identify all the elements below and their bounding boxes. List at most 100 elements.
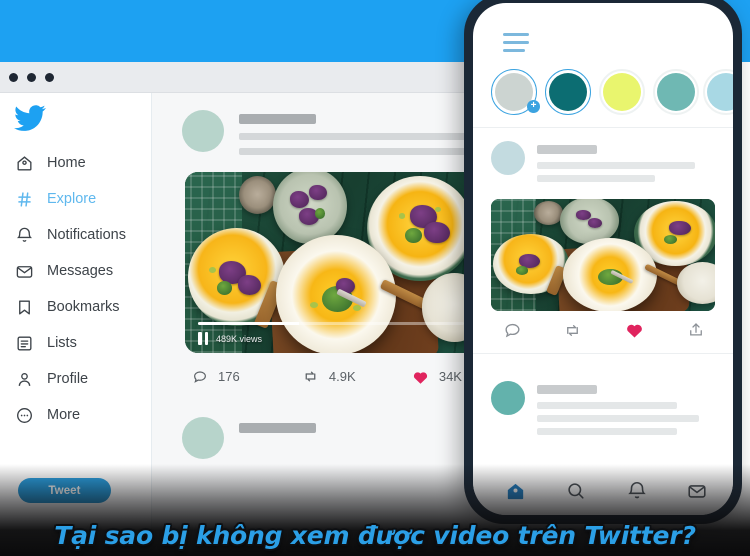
text-skeleton-bar — [537, 402, 677, 409]
phone-bottom-nav — [473, 469, 733, 515]
add-story-badge[interactable]: + — [527, 100, 540, 113]
soup-bowl-center — [276, 235, 396, 353]
sidebar-nav: Home Explore Notifications Messages Book… — [0, 145, 152, 433]
sidebar-item-label: Home — [47, 155, 86, 171]
heart-icon — [413, 371, 427, 384]
sidebar-item-more[interactable]: More — [0, 397, 152, 433]
phone-tweet-bottom — [473, 381, 733, 441]
sidebar-item-explore[interactable]: Explore — [0, 181, 152, 217]
sidebar-item-lists[interactable]: Lists — [0, 325, 152, 361]
sidebar-item-profile[interactable]: Profile — [0, 361, 152, 397]
feed-column[interactable]: 489K views 176 4.9K 34K — [152, 93, 470, 556]
window-control-dot-2[interactable] — [27, 73, 36, 82]
video-meta: 489K views — [198, 332, 262, 345]
tweet-video-media[interactable]: 489K views — [185, 172, 470, 353]
story-4[interactable] — [653, 69, 699, 115]
story-halo — [653, 69, 699, 115]
nav-notifications[interactable] — [626, 480, 650, 504]
spice-bowl — [533, 201, 563, 225]
pause-icon[interactable] — [198, 332, 208, 345]
name-skeleton-bar — [239, 423, 316, 433]
text-skeleton-bar — [239, 148, 470, 155]
story-halo — [703, 69, 733, 115]
reply-count: 176 — [218, 369, 240, 384]
name-skeleton-bar — [537, 145, 597, 154]
retweet-action[interactable] — [563, 321, 583, 341]
herb-plate — [560, 199, 619, 244]
browser-window: Home Explore Notifications Messages Book… — [0, 62, 470, 556]
stories-row: + — [473, 65, 733, 119]
screenshot-root: Home Explore Notifications Messages Book… — [0, 0, 750, 556]
envelope-icon — [16, 265, 33, 278]
name-skeleton-bar — [239, 114, 316, 124]
twitter-bird-logo[interactable] — [14, 102, 46, 134]
phone-tweet-media[interactable] — [491, 199, 715, 311]
caption-text: Tại sao bị không xem được video trên Twi… — [54, 521, 696, 550]
reply-icon — [505, 323, 520, 338]
browser-titlebar — [0, 62, 470, 93]
window-control-dot-1[interactable] — [9, 73, 18, 82]
sidebar: Home Explore Notifications Messages Book… — [0, 93, 152, 556]
nav-home[interactable] — [504, 480, 528, 504]
text-skeleton-bar — [239, 133, 470, 140]
like-action[interactable] — [625, 321, 645, 341]
soup-bowl-center — [562, 238, 657, 311]
window-control-dot-3[interactable] — [45, 73, 54, 82]
view-count: 489K views — [216, 333, 263, 344]
text-skeleton-bar — [537, 415, 699, 422]
sidebar-item-label: More — [47, 407, 81, 423]
reply-action[interactable] — [503, 321, 523, 341]
home-icon — [507, 483, 524, 500]
sidebar-item-label: Profile — [47, 371, 89, 387]
sidebar-item-home[interactable]: Home — [0, 145, 152, 181]
text-skeleton-bar — [537, 175, 655, 182]
text-skeleton-bar — [537, 162, 695, 169]
share-icon — [690, 323, 702, 336]
retweet-count: 4.9K — [328, 369, 356, 384]
home-icon — [17, 155, 32, 171]
hamburger-menu-icon[interactable] — [503, 33, 529, 52]
phone-mockup: + — [464, 0, 742, 524]
share-action[interactable] — [687, 321, 707, 341]
story-halo — [599, 69, 645, 115]
tweet-button[interactable]: Tweet — [18, 478, 111, 503]
avatar — [182, 110, 224, 152]
bookmark-icon — [19, 299, 30, 315]
like-action[interactable]: 34K — [412, 369, 462, 385]
heart-icon — [627, 324, 642, 338]
envelope-icon — [688, 485, 706, 498]
avatar — [491, 141, 525, 175]
nav-search[interactable] — [565, 480, 589, 504]
nav-messages[interactable] — [686, 480, 710, 504]
sidebar-item-label: Explore — [47, 191, 97, 207]
reply-action[interactable]: 176 — [192, 369, 302, 385]
sidebar-item-label: Lists — [47, 335, 77, 351]
retweet-action[interactable]: 4.9K — [302, 368, 412, 385]
reply-icon — [194, 370, 206, 383]
person-icon — [18, 372, 31, 386]
video-progress-bar[interactable] — [198, 322, 464, 325]
sidebar-item-bookmarks[interactable]: Bookmarks — [0, 289, 152, 325]
sidebar-item-label: Notifications — [47, 227, 126, 243]
phone-tweet-actions — [473, 321, 733, 347]
sidebar-item-messages[interactable]: Messages — [0, 253, 152, 289]
story-3[interactable] — [599, 69, 645, 115]
sidebar-item-label: Messages — [47, 263, 114, 279]
tweet-actions: 176 4.9K 34K — [192, 368, 462, 385]
phone-tweet-header — [473, 141, 733, 191]
avatar — [491, 381, 525, 415]
sidebar-item-label: Bookmarks — [47, 299, 120, 315]
spice-bowl — [239, 175, 277, 214]
bell-icon — [628, 482, 646, 499]
sidebar-item-notifications[interactable]: Notifications — [0, 217, 152, 253]
like-count: 34K — [438, 369, 462, 384]
story-add[interactable]: + — [491, 69, 540, 115]
story-2[interactable] — [545, 69, 591, 115]
avatar — [182, 417, 224, 459]
story-5[interactable] — [703, 69, 733, 115]
divider — [473, 127, 733, 128]
divider — [473, 353, 733, 354]
phone-screen: + — [473, 3, 733, 515]
list-icon — [17, 335, 32, 351]
retweet-icon — [305, 371, 316, 382]
